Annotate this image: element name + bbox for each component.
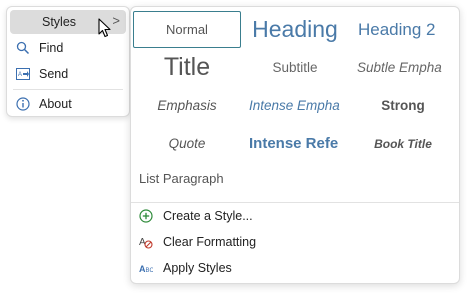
mouse-cursor-icon <box>98 18 111 38</box>
styles-gallery: Normal Heading Heading 2 Title Subtitle … <box>130 6 460 284</box>
style-tile-strong[interactable]: Strong <box>349 87 457 124</box>
gallery-divider <box>131 202 459 203</box>
style-tile-title[interactable]: Title <box>133 49 241 86</box>
info-icon <box>16 97 30 111</box>
menu-item-label: Send <box>39 67 69 81</box>
style-label: Title <box>163 53 211 81</box>
chevron-right-icon: > <box>112 13 120 28</box>
style-label: Strong <box>381 98 425 113</box>
style-label: Heading 2 <box>358 19 436 39</box>
style-label: Normal <box>166 22 208 37</box>
style-tile-list-paragraph[interactable]: List Paragraph <box>139 171 224 186</box>
style-tile-subtitle[interactable]: Subtitle <box>241 49 349 86</box>
style-label: Emphasis <box>157 98 217 113</box>
menu-item-label: Find <box>39 41 64 55</box>
style-tile-intense-reference[interactable]: Intense Refe <box>241 125 349 162</box>
style-tile-book-title[interactable]: Book Title <box>349 125 457 162</box>
menu-item-label: About <box>39 97 72 111</box>
style-label: Heading <box>252 16 338 42</box>
style-tile-quote[interactable]: Quote <box>133 125 241 162</box>
style-label: Book Title <box>374 136 432 151</box>
action-label: Apply Styles <box>163 261 232 275</box>
clear-formatting-button[interactable]: A Clear Formatting <box>134 230 454 254</box>
style-tile-emphasis[interactable]: Emphasis <box>133 87 241 124</box>
menu-item-find[interactable]: Find <box>10 36 126 60</box>
apply-styles-button[interactable]: A BC Apply Styles <box>134 256 454 280</box>
style-label: Subtle Empha <box>357 60 442 75</box>
style-label: Quote <box>168 136 206 151</box>
style-tile-intense-emphasis[interactable]: Intense Empha <box>241 87 349 124</box>
style-label: Intense Empha <box>249 98 340 113</box>
style-label: Subtitle <box>272 60 318 75</box>
clear-format-icon: A <box>139 237 153 249</box>
style-tile-normal[interactable]: Normal <box>133 11 241 48</box>
menu-item-about[interactable]: About <box>10 92 126 116</box>
style-tile-subtle-emphasis[interactable]: Subtle Empha <box>349 49 457 86</box>
create-style-button[interactable]: Create a Style... <box>134 204 454 228</box>
style-tile-heading[interactable]: Heading <box>241 11 349 48</box>
apply-styles-icon: A BC <box>139 264 154 274</box>
menu-divider <box>13 89 123 90</box>
action-label: Clear Formatting <box>163 235 257 249</box>
svg-text:BC: BC <box>146 268 154 274</box>
style-label: Intense Refe <box>249 135 339 152</box>
search-icon <box>16 41 30 55</box>
menu-item-label: Styles <box>42 15 77 29</box>
action-label: Create a Style... <box>163 209 253 223</box>
plus-circle-icon <box>139 209 153 223</box>
menu-item-send[interactable]: A Send <box>10 62 126 86</box>
svg-text:A: A <box>18 72 22 78</box>
send-icon: A <box>16 68 30 80</box>
style-tile-heading-2[interactable]: Heading 2 <box>349 11 459 48</box>
